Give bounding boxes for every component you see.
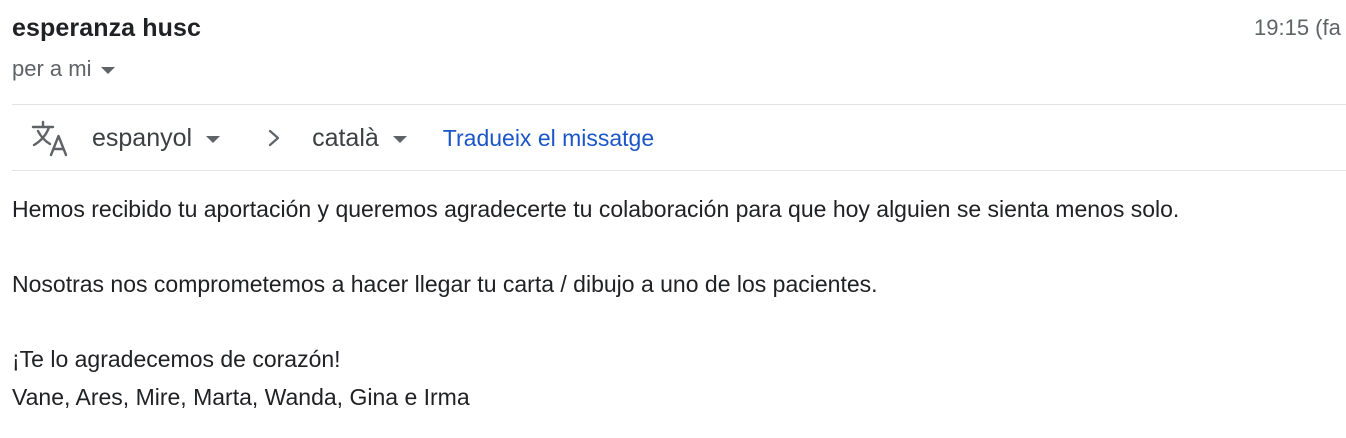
message-line: Nosotras nos comprometemos a hacer llega… [12,271,878,297]
chevron-right-icon [268,129,280,147]
translate-bar-divider [12,170,1346,171]
message-signature: Vane, Ares, Mire, Marta, Wanda, Gina e I… [12,384,470,410]
recipient-details-toggle[interactable]: per a mi [12,56,116,82]
recipient-label: per a mi [12,56,92,81]
translate-message-link[interactable]: Tradueix el missatge [443,125,654,152]
sender-name[interactable]: esperanza husc [12,14,201,43]
source-language-label: espanyol [92,123,193,152]
target-language-select[interactable]: català [312,124,407,153]
chevron-down-icon[interactable] [101,66,116,74]
translate-bar: espanyol català Tradueix el missatge [30,118,654,158]
header-divider [12,104,1346,105]
message-line: ¡Te lo agradecemos de corazón! [12,346,341,372]
message-line: Hemos recibido tu aportación y queremos … [12,196,1180,222]
chevron-down-icon [206,135,221,143]
target-language-label: català [312,123,379,152]
message-time: 19:15 (fa [1254,15,1341,40]
source-language-select[interactable]: espanyol [92,123,221,153]
chevron-down-icon [392,135,407,143]
translate-icon [31,120,68,157]
